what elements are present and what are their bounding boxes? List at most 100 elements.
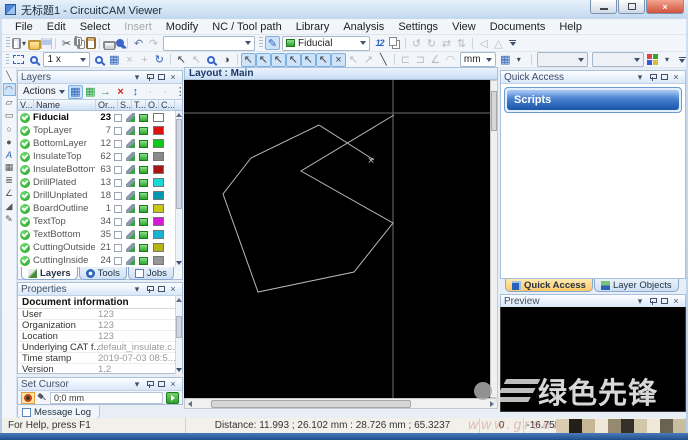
layer-color-swatch[interactable] [153,217,164,226]
layer-select-checkbox[interactable] [114,153,122,161]
layers-scrollbar[interactable] [175,111,182,267]
panel-tab[interactable]: Layers [21,267,78,280]
minimize-button[interactable] [590,0,617,14]
select-mode-add-icon[interactable]: ↖ [256,53,271,67]
layer-select-checkbox[interactable] [114,205,122,213]
menu-item[interactable]: Analysis [336,20,391,34]
pad-draw-tool-icon[interactable]: ● [3,135,16,148]
canvas-horizontal-scrollbar[interactable] [184,398,498,409]
zoom-in-icon[interactable] [92,53,107,67]
flip-horizontal-icon[interactable]: ⇄ [439,36,454,50]
panel-close-icon[interactable]: × [167,284,179,295]
select-mode-object-icon[interactable]: ↖ [286,53,301,67]
layer-color-swatch[interactable] [153,191,164,200]
select-mode-clear-icon[interactable]: × [331,53,346,67]
toolbar-overflow-icon[interactable] [679,57,686,63]
color-caret-icon[interactable]: ▾ [661,53,676,67]
layer-row[interactable]: TopLayer 7 [18,124,182,137]
zoom-close-icon[interactable]: × [122,53,137,67]
layer-color-swatch[interactable] [153,204,164,213]
panel-menu-icon[interactable]: ▾ [131,284,143,295]
scrollbar-thumb[interactable] [176,119,182,209]
panel-pin-icon[interactable] [143,379,155,390]
layer-select-checkbox[interactable] [114,166,122,174]
print-preview-icon[interactable] [116,39,124,47]
rectangle-draw-tool-icon[interactable]: ▭ [3,109,16,122]
layer-visible-icon[interactable] [20,152,30,162]
maximize-button[interactable] [618,0,645,14]
layer-row[interactable]: BoardOutline 1 [18,202,182,215]
layer-color-swatch[interactable] [153,230,164,239]
layer-select-checkbox[interactable] [114,127,122,135]
actions-button[interactable]: Actions [20,86,68,97]
select-mode-polygon-icon[interactable]: ↖ [301,53,316,67]
layer-export-icon[interactable] [139,244,148,252]
layer-new-icon[interactable]: ▦ [68,85,83,99]
select-mode-new-icon[interactable]: ↖ [241,53,256,67]
select-mode-segment-icon[interactable]: ↖ [316,53,331,67]
layer-color-swatch[interactable] [153,113,164,122]
panel-pin-icon[interactable] [646,296,658,307]
preview-canvas[interactable] [500,307,686,412]
arc-draw-tool-icon[interactable]: ◠ [3,83,16,96]
layer-color-swatch[interactable] [153,178,164,187]
layer-up-icon[interactable]: ∙ [143,85,158,99]
panel-close-icon[interactable]: × [670,72,682,83]
layer-select-checkbox[interactable] [114,244,122,252]
layer-visible-icon[interactable] [20,204,30,214]
measure-arc-icon[interactable]: ◠ [443,53,458,67]
select-previous-icon[interactable]: ↖ [346,53,361,67]
properties-scrollbar[interactable] [175,296,182,374]
layer-visible-icon[interactable] [20,230,30,240]
property-row[interactable]: Time stamp 2019-07-03 08:5... [18,353,182,364]
layer-visible-icon[interactable] [20,178,30,188]
layer-export-icon[interactable] [139,153,148,161]
layer-color-swatch[interactable] [153,165,164,174]
copy-icon[interactable] [74,37,82,46]
panel-menu-icon[interactable]: ▾ [634,296,646,307]
panel-pin-icon[interactable] [143,72,155,83]
toolbar-grip[interactable] [259,37,263,49]
panel-menu-icon[interactable]: ▾ [131,379,143,390]
measure-horizontal-icon[interactable]: ⊏ [398,53,413,67]
color-select-icon[interactable] [646,53,661,67]
panel-tab[interactable]: Tools [79,267,127,280]
redraw-icon[interactable]: ↻ [152,53,167,67]
layer-export-icon[interactable] [139,114,148,122]
new-icon[interactable] [12,38,21,49]
layer-tool-icon[interactable] [126,139,135,148]
align-left-icon[interactable]: ◁ [476,36,491,50]
layer-select-checkbox[interactable] [114,140,122,148]
layer-pair-icon[interactable] [387,36,402,50]
menu-item[interactable]: Documents [483,20,553,34]
layer-select-checkbox[interactable] [114,114,122,122]
panel-float-icon[interactable] [658,72,670,83]
flip-vertical-icon[interactable]: ⇅ [454,36,469,50]
layer-color-swatch[interactable] [153,256,164,265]
scripts-button[interactable]: Scripts [507,90,679,110]
scroll-right-icon[interactable] [487,399,497,408]
layer-export-icon[interactable] [139,231,148,239]
layer-delete-icon[interactable]: × [113,85,128,99]
layers-column-header[interactable]: V...NameOr...S...T...O...C... [18,99,182,111]
menu-item[interactable]: File [8,20,40,34]
menu-item[interactable]: Settings [391,20,445,34]
property-row[interactable]: Version 1.2 [18,364,182,375]
cut-icon[interactable]: ✂ [59,36,74,50]
layer-add-icon[interactable]: ▦ [83,85,98,99]
pan-icon[interactable]: + [137,53,152,67]
menu-item[interactable]: View [445,20,483,34]
panel-float-icon[interactable] [155,72,167,83]
scrollbar-thumb[interactable] [176,316,182,338]
insert-point-button[interactable]: ✎ [265,36,280,50]
cursor-pin-icon[interactable] [38,393,47,403]
panel-close-icon[interactable]: × [167,72,179,83]
contrast-icon[interactable]: ◑ [219,53,234,67]
layer-color-swatch[interactable] [153,139,164,148]
panel-menu-icon[interactable]: ▾ [131,72,143,83]
layer-tool-icon[interactable] [126,126,135,135]
menu-item[interactable]: Select [73,20,118,34]
line-draw-tool-icon[interactable]: ╲ [3,70,16,83]
layer-export-icon[interactable] [139,192,148,200]
cursor-target-icon[interactable] [21,392,35,404]
